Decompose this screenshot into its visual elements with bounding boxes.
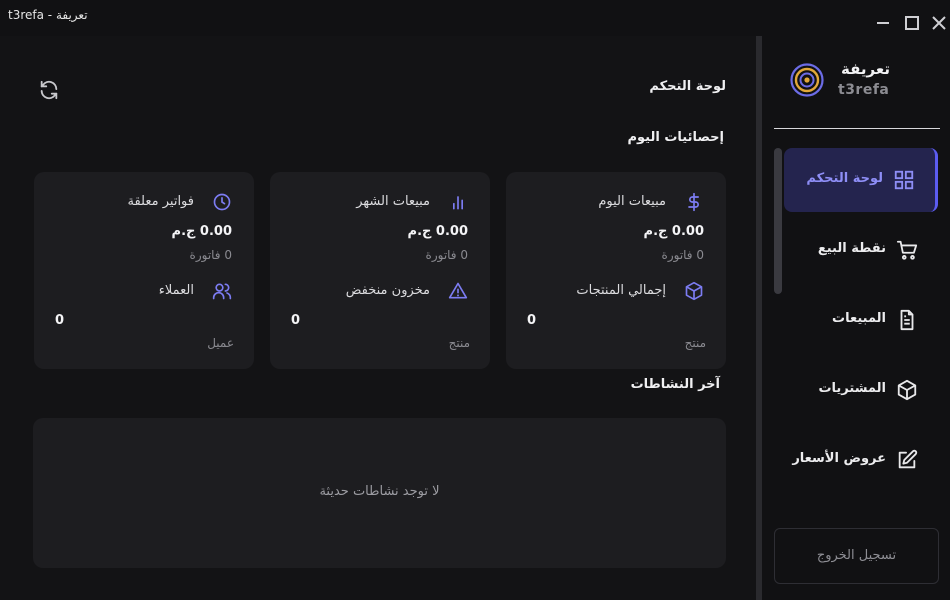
card-count: 0 — [527, 313, 537, 328]
card-value: 0.00 ج.م — [643, 224, 704, 239]
edit-icon — [896, 449, 918, 471]
refresh-icon — [40, 80, 58, 100]
card-value: 0.00 ج.م — [407, 224, 468, 239]
card-invoice-count: 0 فاتورة — [425, 248, 468, 262]
bar-chart-icon — [448, 192, 468, 212]
minimize-icon — [877, 22, 889, 24]
cart-icon — [896, 239, 918, 261]
sidebar-item-pos[interactable]: نقطة البيع — [784, 218, 938, 282]
minimize-button[interactable] — [874, 14, 892, 32]
maximize-button[interactable] — [903, 14, 921, 32]
maximize-icon — [905, 16, 919, 30]
card-unit: منتج — [684, 336, 706, 350]
card-invoice-count: 0 فاتورة — [189, 248, 232, 262]
sidebar-item-label: المشتريات — [818, 381, 886, 396]
card-title: فواتير معلقة — [127, 194, 194, 209]
users-icon — [212, 281, 232, 301]
grid-icon — [893, 169, 915, 191]
brand-name: تعريفة — [841, 60, 890, 78]
title-bar: t3refa - تعريفة — [0, 0, 950, 36]
card-secondary-title: إجمالي المنتجات — [576, 283, 666, 298]
sidebar-item-label: نقطة البيع — [817, 241, 886, 256]
card-invoice-count: 0 فاتورة — [661, 248, 704, 262]
sidebar-item-sales[interactable]: المبيعات — [784, 288, 938, 352]
stats-card-pending: فواتير معلقة 0.00 ج.م 0 فاتورة العملاء 0… — [34, 172, 254, 369]
logout-button[interactable]: تسجيل الخروج — [774, 528, 939, 584]
card-count: 0 — [55, 313, 65, 328]
activity-panel: لا توجد نشاطات حديثة — [33, 418, 726, 568]
card-secondary-title: مخزون منخفض — [345, 283, 430, 298]
close-icon — [932, 16, 946, 30]
brand: تعريفة t3refa — [790, 60, 940, 104]
document-icon — [896, 309, 918, 331]
sidebar-scrollbar[interactable] — [774, 148, 782, 294]
activity-section-title: آخر النشاطات — [630, 377, 720, 392]
sidebar-item-label: عروض الأسعار — [792, 451, 886, 466]
card-title: مبيعات اليوم — [598, 194, 666, 209]
page-title: لوحة التحكم — [649, 79, 726, 94]
sidebar-item-label: لوحة التحكم — [806, 171, 883, 186]
stats-card-today: مبيعات اليوم 0.00 ج.م 0 فاتورة إجمالي ال… — [506, 172, 726, 369]
card-count: 0 — [291, 313, 301, 328]
close-button[interactable] — [930, 14, 948, 32]
logo-icon — [790, 63, 824, 97]
sidebar-item-dashboard[interactable]: لوحة التحكم — [784, 148, 938, 212]
card-secondary-title: العملاء — [158, 283, 194, 298]
sidebar-divider — [774, 128, 940, 129]
brand-subtitle: t3refa — [838, 82, 890, 98]
stats-card-month: مبيعات الشهر 0.00 ج.م 0 فاتورة مخزون منخ… — [270, 172, 490, 369]
window-title: t3refa - تعريفة — [8, 8, 88, 22]
refresh-button[interactable] — [38, 79, 60, 101]
card-unit: عميل — [207, 336, 234, 350]
stats-section-title: إحصائيات اليوم — [627, 130, 725, 145]
card-value: 0.00 ج.م — [171, 224, 232, 239]
dollar-icon — [684, 192, 704, 212]
activity-empty-message: لا توجد نشاطات حديثة — [319, 484, 440, 499]
clock-icon — [212, 192, 232, 212]
sidebar-item-label: المبيعات — [832, 311, 886, 326]
box-icon — [684, 281, 704, 301]
sidebar-item-quotes[interactable]: عروض الأسعار — [784, 428, 938, 492]
warning-icon — [448, 281, 468, 301]
card-unit: منتج — [448, 336, 470, 350]
card-title: مبيعات الشهر — [356, 194, 430, 209]
sidebar-item-purchases[interactable]: المشتريات — [784, 358, 938, 422]
box-icon — [896, 379, 918, 401]
